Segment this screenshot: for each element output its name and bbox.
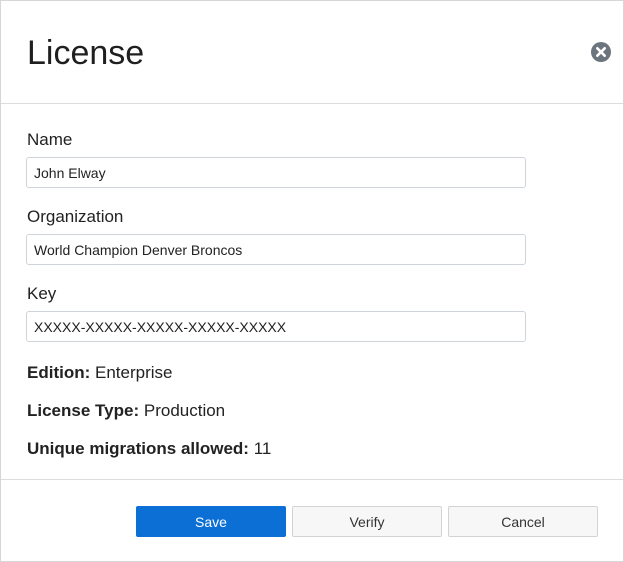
verify-button[interactable]: Verify bbox=[292, 506, 442, 537]
license-dialog: License Name Organization Key Edition: E… bbox=[0, 0, 624, 562]
license-type-value: Production bbox=[143, 401, 226, 420]
edition-info: Edition: Enterprise bbox=[27, 362, 531, 384]
edition-value: Enterprise bbox=[95, 363, 173, 382]
name-group: Name bbox=[26, 129, 531, 188]
save-button[interactable]: Save bbox=[136, 506, 286, 537]
edition-label: Edition: bbox=[27, 363, 91, 382]
dialog-footer: Save Verify Cancel bbox=[1, 479, 623, 562]
key-input[interactable] bbox=[26, 311, 526, 342]
organization-group: Organization bbox=[26, 206, 531, 265]
license-type-label: License Type: bbox=[27, 401, 140, 420]
organization-input[interactable] bbox=[26, 234, 526, 265]
dialog-body: Name Organization Key Edition: Enterpris… bbox=[26, 129, 531, 476]
organization-label: Organization bbox=[27, 207, 124, 226]
migrations-info: Unique migrations allowed: 11 bbox=[27, 438, 531, 460]
migrations-label: Unique migrations allowed: bbox=[27, 439, 249, 458]
migrations-value: 11 bbox=[253, 439, 272, 458]
dialog-title: License bbox=[27, 34, 145, 72]
key-group: Key bbox=[26, 283, 531, 342]
key-label: Key bbox=[27, 284, 57, 303]
cancel-button[interactable]: Cancel bbox=[448, 506, 598, 537]
name-input[interactable] bbox=[26, 157, 526, 188]
name-label: Name bbox=[27, 130, 73, 149]
close-icon[interactable] bbox=[591, 42, 611, 62]
dialog-header: License bbox=[1, 1, 623, 104]
license-type-info: License Type: Production bbox=[27, 400, 531, 422]
